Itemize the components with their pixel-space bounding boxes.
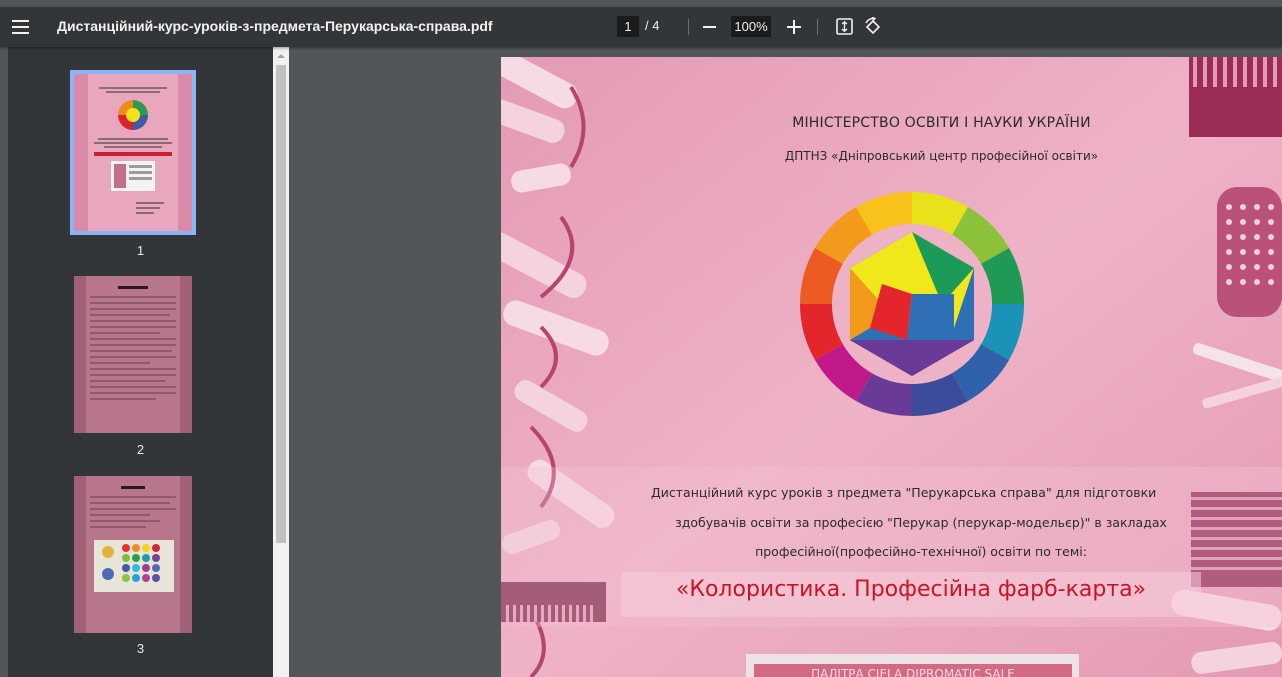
lesson-topic-title: «Колористика. Професійна фарб-карта» <box>675 577 1147 602</box>
course-description-line-3: професійної(професійно-технічної) освіти… <box>755 544 1087 559</box>
rotate-icon[interactable] <box>863 17 883 37</box>
thumbnail-page-3[interactable] <box>74 476 192 633</box>
institution-name: ДПТНЗ «Дніпровський центр професійної ос… <box>784 149 1099 163</box>
ministry-heading: МІНІСТЕРСТВО ОСВІТИ І НАУКИ УКРАЇНИ <box>792 115 1091 131</box>
palette-card-label: ПАЛІТРА CIELA DIPROMATIC SALE <box>754 664 1072 677</box>
pdf-viewer: Дистанційний-курс-уроків-з-предмета-Перу… <box>0 0 1282 677</box>
scroll-up-arrow-icon[interactable] <box>276 51 286 61</box>
menu-icon[interactable] <box>10 16 32 38</box>
minus-icon[interactable] <box>703 26 716 28</box>
pdf-toolbar: Дистанційний-курс-уроків-з-предмета-Перу… <box>0 7 1282 47</box>
document-title: Дистанційний-курс-уроків-з-предмета-Перу… <box>57 18 493 34</box>
toolbar-divider <box>817 19 818 35</box>
zoom-input[interactable]: 100% <box>731 16 771 37</box>
toolbar-divider <box>688 19 689 35</box>
page-total: / 4 <box>645 18 660 33</box>
thumbnail-page-2[interactable] <box>74 276 192 433</box>
course-description-line-2: здобувачів освіти за професією "Перукар … <box>675 515 1167 530</box>
thumbnail-sidebar: 1 2 3 <box>8 47 289 677</box>
thumbnail-label-2: 2 <box>136 442 145 457</box>
course-description-line-1: Дистанційний курс уроків з предмета "Пер… <box>651 485 1157 500</box>
fit-to-page-icon[interactable] <box>836 18 853 35</box>
thumbnail-label-3: 3 <box>136 641 145 656</box>
plus-icon[interactable] <box>787 20 801 34</box>
thumbnail-label-1: 1 <box>136 243 145 258</box>
pdf-page-1: МІНІСТЕРСТВО ОСВІТИ І НАУКИ УКРАЇНИ ДПТН… <box>501 57 1282 677</box>
sidebar-scrollbar-thumb[interactable] <box>276 65 286 543</box>
thumbnail-page-1[interactable] <box>70 70 196 235</box>
page-number-input[interactable]: 1 <box>617 16 639 37</box>
